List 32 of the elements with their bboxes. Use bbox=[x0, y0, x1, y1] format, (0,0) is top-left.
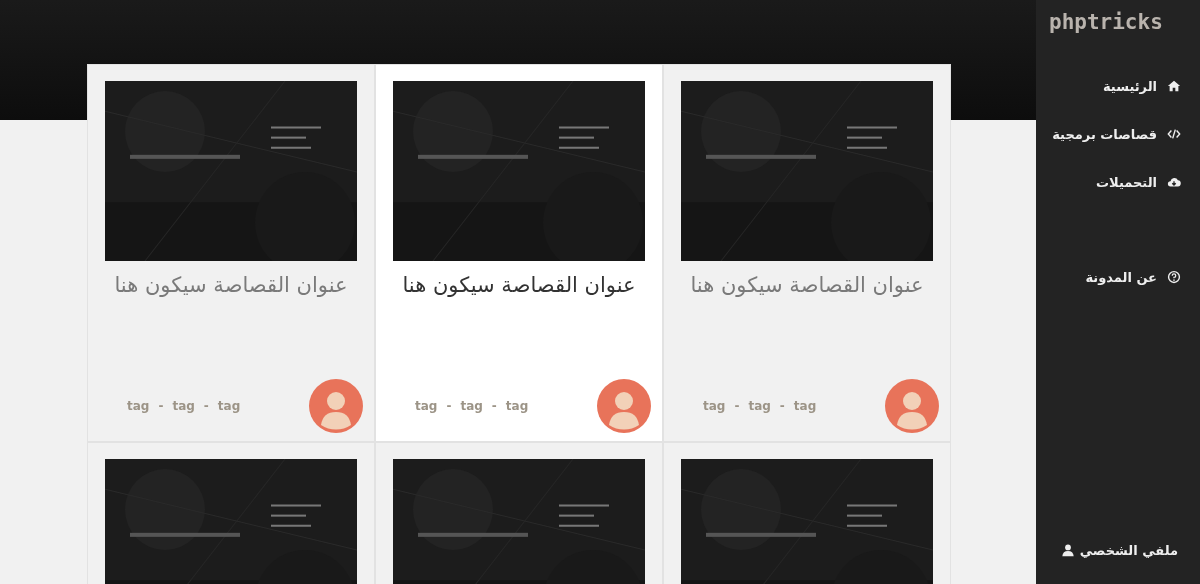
tag-separator: - bbox=[491, 399, 497, 413]
tag-link[interactable]: tag bbox=[460, 399, 483, 413]
avatar-icon bbox=[309, 379, 363, 433]
tag-link[interactable]: tag bbox=[703, 399, 726, 413]
tag-link[interactable]: tag bbox=[505, 399, 529, 413]
tag-link[interactable]: tag bbox=[172, 399, 195, 413]
avatar-icon bbox=[597, 379, 651, 433]
nav-link[interactable]: التحميلات bbox=[1036, 170, 1200, 194]
tag-separator: - bbox=[779, 399, 785, 413]
site-logo[interactable]: phptricks bbox=[1036, 10, 1200, 34]
tag-link[interactable]: tag bbox=[793, 399, 817, 413]
nav-link[interactable]: قصاصات برمجية bbox=[1036, 122, 1200, 146]
help-icon bbox=[1167, 270, 1181, 284]
user-icon bbox=[1060, 543, 1075, 557]
profile-link[interactable]: ملفي الشخصي bbox=[1036, 538, 1200, 562]
avatar-icon bbox=[885, 379, 939, 433]
nav-link[interactable]: عن المدونة bbox=[1036, 265, 1200, 289]
tag-separator: - bbox=[734, 399, 740, 413]
home-icon bbox=[1167, 79, 1181, 93]
post-title[interactable]: عنوان القصاصة سيكون هنا bbox=[681, 273, 933, 297]
tag-link[interactable]: tag bbox=[415, 399, 438, 413]
tag-link[interactable]: tag bbox=[217, 399, 241, 413]
cloud-download-icon bbox=[1167, 175, 1181, 189]
tag-link[interactable]: tag bbox=[748, 399, 771, 413]
post-title[interactable]: عنوان القصاصة سيكون هنا bbox=[393, 273, 645, 297]
nav-link[interactable]: الرئيسية bbox=[1036, 74, 1200, 98]
post-title[interactable]: عنوان القصاصة سيكون هنا bbox=[105, 273, 357, 297]
tag-separator: - bbox=[203, 399, 209, 413]
tag-separator: - bbox=[446, 399, 452, 413]
tag-separator: - bbox=[158, 399, 164, 413]
code-icon bbox=[1167, 127, 1181, 141]
tag-link[interactable]: tag bbox=[127, 399, 150, 413]
